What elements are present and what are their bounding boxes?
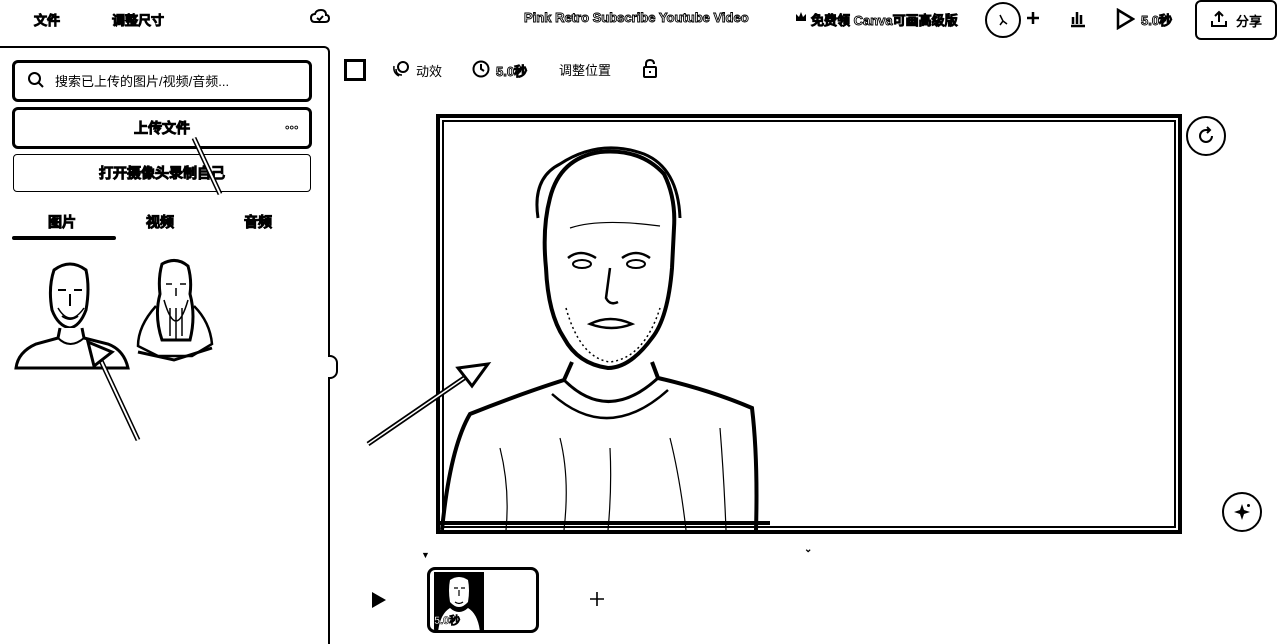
expand-timeline-icon[interactable]: ⌄ — [804, 544, 812, 555]
duration-label: 5.0秒 — [496, 64, 528, 80]
sparkle-icon[interactable] — [1222, 492, 1262, 532]
upload-files-button[interactable]: 上传文件 ••• — [12, 107, 312, 149]
duration-button[interactable]: 5.0秒 — [472, 60, 528, 81]
project-title[interactable]: Pink Retro Subscribe Youtube Video — [524, 10, 750, 26]
canvas-annotation-arrow — [366, 362, 492, 447]
add-collaborator-icon[interactable] — [1026, 11, 1040, 28]
upload-arrow-icon — [1210, 10, 1228, 31]
file-menu[interactable]: 文件 — [34, 10, 61, 29]
annotation-arrow — [85, 339, 141, 442]
timeline-clip[interactable]: 5.0秒 — [427, 567, 539, 633]
play-icon[interactable] — [1115, 7, 1136, 33]
search-box[interactable] — [12, 60, 312, 102]
animate-button[interactable]: 动效 — [392, 60, 442, 81]
upload-files-label: 上传文件 — [134, 120, 191, 137]
animate-icon — [392, 60, 410, 81]
add-page-button[interactable] — [588, 588, 606, 614]
share-button[interactable]: 分享 — [1195, 0, 1277, 40]
canvas-portrait-image[interactable] — [440, 118, 1178, 530]
promo-link[interactable]: 免费领 Canva可画高级版 — [811, 10, 959, 29]
tab-audio[interactable]: 音频 — [244, 212, 273, 232]
timeline-play-icon[interactable] — [370, 590, 388, 615]
record-camera-button[interactable]: 打开摄像头录制自己 — [13, 154, 311, 192]
search-icon — [27, 71, 45, 92]
insights-icon[interactable] — [1068, 8, 1088, 31]
lock-icon[interactable] — [642, 59, 658, 79]
clock-icon — [472, 60, 490, 81]
clip-duration: 5.0秒 — [434, 615, 461, 628]
position-label: 调整位置 — [559, 63, 612, 78]
tab-videos[interactable]: 视频 — [146, 212, 175, 232]
top-bar: 文件 调整尺寸 Pink Retro Subscribe Youtube Vid… — [0, 0, 1280, 40]
search-input[interactable] — [55, 73, 295, 89]
cloud-sync-icon[interactable] — [309, 8, 331, 29]
crown-icon — [795, 11, 807, 26]
active-tab-indicator — [12, 236, 116, 240]
uploads-panel: 上传文件 ••• 打开摄像头录制自己 图片 视频 音频 — [0, 46, 330, 644]
playhead-marker-icon[interactable]: ▼ — [421, 550, 430, 560]
animate-label: 动效 — [416, 64, 443, 79]
avatar[interactable] — [985, 2, 1021, 38]
tab-images[interactable]: 图片 — [48, 212, 77, 232]
rotate-icon[interactable] — [1186, 116, 1226, 156]
editor-toolbar: 动效 5.0秒 调整位置 — [340, 56, 670, 84]
color-swatch[interactable] — [344, 59, 366, 81]
collapse-panel-handle[interactable] — [328, 355, 338, 379]
media-tabs: 图片 视频 音频 — [12, 208, 312, 244]
design-canvas[interactable] — [436, 114, 1182, 534]
position-button[interactable]: 调整位置 — [559, 60, 611, 79]
cursor-pointer — [191, 136, 223, 196]
resize-menu[interactable]: 调整尺寸 — [112, 10, 165, 29]
share-label: 分享 — [1235, 13, 1262, 29]
preview-duration[interactable]: 5.0秒 — [1141, 10, 1173, 29]
more-options-icon[interactable]: ••• — [285, 123, 299, 135]
